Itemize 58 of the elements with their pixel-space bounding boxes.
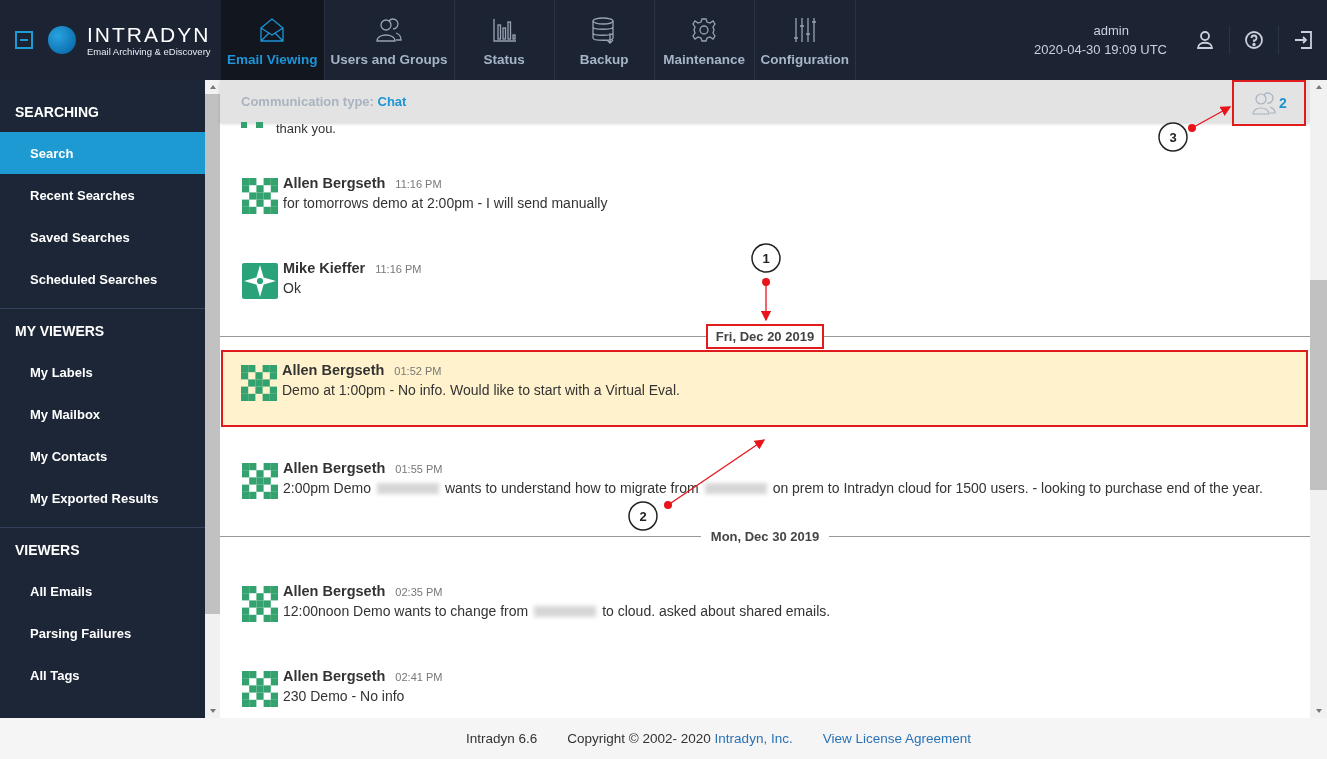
logo-icon xyxy=(47,25,77,55)
message-time: 02:35 PM xyxy=(395,586,443,598)
message-time: 02:41 PM xyxy=(395,671,443,683)
message-text: Demo at 1:00pm - No info. Would like to start with a Virtual Eval. xyxy=(282,382,680,398)
help-icon[interactable] xyxy=(1244,30,1264,50)
sidebar-item[interactable]: Parsing Failures xyxy=(0,612,205,654)
version-text: Intradyn 6.6 xyxy=(466,731,538,746)
sender-name: Allen Bergseth xyxy=(283,175,386,191)
message-text: thank you. xyxy=(276,122,336,136)
avatar-icon xyxy=(242,463,278,499)
avatar-icon xyxy=(242,586,278,622)
avatar-icon xyxy=(241,365,277,401)
message-text: Ok xyxy=(283,280,302,296)
section-heading: VIEWERS xyxy=(14,541,81,560)
avatar-icon xyxy=(241,122,263,128)
company-link[interactable]: Intradyn, Inc. xyxy=(714,731,793,746)
copyright-text: Copyright © 2002- 2020 xyxy=(567,731,711,746)
user-icon[interactable] xyxy=(1195,30,1215,50)
message-time: 01:55 PM xyxy=(395,463,443,475)
scrollbar[interactable] xyxy=(205,80,220,718)
user-name: admin xyxy=(1093,23,1129,38)
sidebar-item[interactable]: All Tags xyxy=(0,654,205,696)
sidebar-item[interactable]: My Mailbox xyxy=(0,393,205,435)
message-text: 230 Demo - No info xyxy=(283,688,406,704)
logo-tagline: Email Archiving & eDiscovery xyxy=(87,45,211,57)
sender-name: Allen Bergseth xyxy=(283,583,386,599)
sidebar-item[interactable]: Saved Searches xyxy=(0,216,205,258)
message-text: 12:00noon Demo wants to change from to cloud. asked about shared emails. xyxy=(283,603,831,619)
message-time: 01:52 PM xyxy=(394,365,442,377)
sidebar-item[interactable]: Recent Searches xyxy=(0,174,205,216)
avatar-icon xyxy=(242,178,278,214)
message-text: for tomorrows demo at 2:00pm - I will send manually xyxy=(283,195,608,211)
logo-wordmark: INTRADYN xyxy=(87,23,211,46)
nav-tab[interactable]: Email Viewing xyxy=(221,0,325,80)
users-icon xyxy=(1251,91,1278,115)
sender-name: Allen Bergseth xyxy=(282,362,385,378)
license-link[interactable]: View License Agreement xyxy=(822,731,971,746)
message-time: 11:16 PM xyxy=(375,263,422,275)
sidebar-item[interactable]: My Exported Results xyxy=(0,477,205,519)
message-time: 11:16 PM xyxy=(395,178,442,190)
avatar-icon xyxy=(242,263,278,299)
sender-name: Allen Bergseth xyxy=(283,668,386,684)
collapse-icon[interactable] xyxy=(15,31,33,49)
avatar-icon xyxy=(242,671,278,707)
sender-name: Allen Bergseth xyxy=(283,460,386,476)
sidebar-item[interactable]: Scheduled Searches xyxy=(0,258,205,300)
sidebar-item[interactable]: My Contacts xyxy=(0,435,205,477)
date-divider-label: Fri, Dec 20 2019 xyxy=(705,323,825,349)
communication-type: Communication type: Chat xyxy=(241,93,407,109)
date-time: 2020-04-30 19:09 UTC xyxy=(1034,42,1167,57)
section-heading: MY VIEWERS xyxy=(14,322,106,341)
sender-name: Mike Kieffer xyxy=(283,260,366,276)
sidebar-item[interactable]: All Emails xyxy=(0,570,205,612)
sidebar-item[interactable]: My Labels xyxy=(0,351,205,393)
scrollbar[interactable] xyxy=(1310,80,1327,718)
section-heading: SEARCHING xyxy=(14,103,100,122)
logout-icon[interactable] xyxy=(1293,30,1313,50)
users-icon xyxy=(374,16,405,44)
